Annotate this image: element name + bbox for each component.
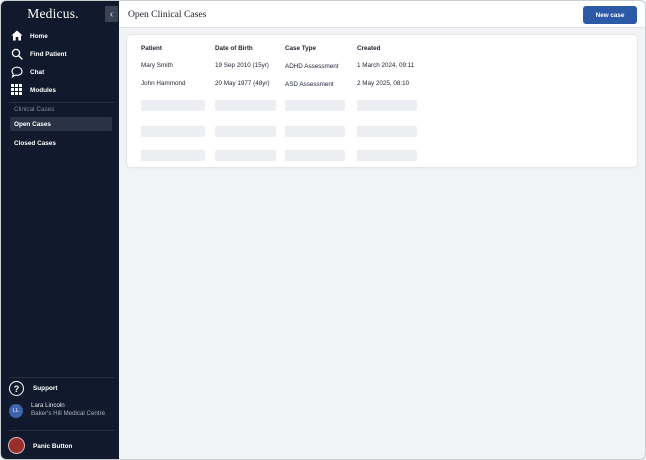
column-header-date-of-birth: Date of Birth xyxy=(215,45,253,52)
cell-created: 1 March 2024, 09:11 xyxy=(357,62,415,69)
skeleton-cell xyxy=(215,100,276,111)
sidebar-item-label: Chat xyxy=(30,68,45,76)
sidebar-item-find-patient[interactable]: Find Patient xyxy=(1,46,119,62)
sidebar-item-label: Find Patient xyxy=(30,50,67,58)
skeleton-cell xyxy=(215,126,276,137)
skeleton-cell xyxy=(285,126,345,137)
skeleton-cell xyxy=(285,100,345,111)
skeleton-cell xyxy=(357,150,417,161)
sidebar: Medicus. ‹ Home Find Patient Chat Module… xyxy=(1,1,119,459)
user-organisation: Baker's Hill Medical Centre xyxy=(31,410,106,417)
sidebar-item-modules[interactable]: Modules xyxy=(1,82,119,98)
help-icon: ? xyxy=(9,381,24,396)
sidebar-item-label: Modules xyxy=(30,86,56,94)
cell-patient[interactable]: Mary Smith xyxy=(141,62,173,69)
column-header-created: Created xyxy=(357,45,381,52)
skeleton-cell xyxy=(357,126,417,137)
sidebar-item-label: Home xyxy=(30,32,48,40)
sidebar-item-home[interactable]: Home xyxy=(1,28,119,44)
chat-icon xyxy=(10,65,23,78)
section-label-clinical-cases: Clinical Cases xyxy=(14,106,55,113)
collapse-sidebar-button[interactable]: ‹ xyxy=(105,6,118,22)
skeleton-cell xyxy=(357,100,417,111)
user-name: Lara Lincoln xyxy=(31,402,65,409)
sidebar-divider xyxy=(9,377,115,378)
user-profile[interactable]: LL Lara Lincoln Baker's Hill Medical Cen… xyxy=(1,399,119,421)
grid-icon xyxy=(10,83,23,96)
support-link[interactable]: ? Support xyxy=(1,380,119,398)
cell-created: 2 May 2025, 08:10 xyxy=(357,80,410,87)
page-header: Open Clinical Cases New case xyxy=(119,1,645,28)
cell-case-type: ADHD Assessment xyxy=(285,63,339,70)
skeleton-cell xyxy=(141,126,205,137)
cell-case-type: ASD Assessment xyxy=(285,81,334,88)
skeleton-cell xyxy=(141,100,205,111)
skeleton-cell xyxy=(215,150,276,161)
column-header-patient: Patient xyxy=(141,45,162,52)
new-case-button[interactable]: New case xyxy=(583,6,637,24)
chevron-left-icon: ‹ xyxy=(109,8,114,20)
column-header-case-type: Case Type xyxy=(285,45,317,52)
sidebar-item-open-cases[interactable]: Open Cases xyxy=(10,117,112,131)
cell-date-of-birth: 20 May 1977 (48yr) xyxy=(215,80,270,87)
brand-logo: Medicus. xyxy=(27,6,79,21)
search-icon xyxy=(10,47,23,60)
sidebar-divider xyxy=(9,430,115,431)
page-title: Open Clinical Cases xyxy=(128,9,207,20)
app-window: Medicus. ‹ Home Find Patient Chat Module… xyxy=(0,0,646,460)
sidebar-divider xyxy=(9,102,115,103)
cell-patient[interactable]: John Hammond xyxy=(141,80,185,87)
cases-table: Patient Date of Birth Case Type Created … xyxy=(127,35,637,167)
panic-button-label: Panic Button xyxy=(33,443,73,450)
support-label: Support xyxy=(33,385,58,392)
skeleton-cell xyxy=(141,150,205,161)
skeleton-cell xyxy=(285,150,345,161)
home-icon xyxy=(10,29,23,42)
cell-date-of-birth: 19 Sep 2010 (15yr) xyxy=(215,62,269,69)
panic-alarm-icon xyxy=(8,437,25,454)
sidebar-item-chat[interactable]: Chat xyxy=(1,64,119,80)
panic-button[interactable]: Panic Button xyxy=(1,435,119,457)
sidebar-item-closed-cases[interactable]: Closed Cases xyxy=(10,136,112,150)
avatar: LL xyxy=(9,404,23,418)
